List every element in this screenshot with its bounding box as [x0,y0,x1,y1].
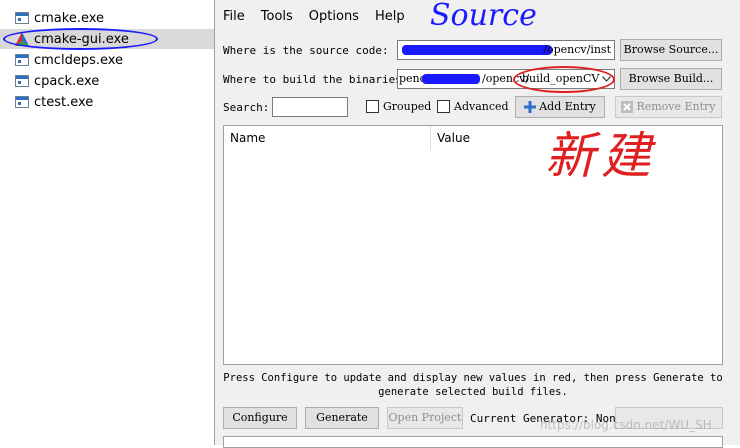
search-label: Search: [223,101,270,114]
exe-file-icon [15,12,29,24]
redaction-scribble [402,45,552,55]
build-label: Where to build the binaries: [223,73,409,86]
remove-entry-button[interactable]: Remove Entry [615,96,722,118]
menu-file[interactable]: File [215,6,253,28]
table-header: Name Value [224,126,722,150]
source-path-value: /opencv/inst [543,43,611,56]
advanced-label: Advanced [454,100,509,113]
output-log-panel[interactable] [223,436,723,448]
add-entry-label: Add Entry [539,100,596,113]
instruction-text: Press Configure to update and display ne… [223,371,723,399]
file-item-cmcldeps[interactable]: cmcldeps.exe [0,50,214,70]
source-path-input[interactable]: /opencv/inst [397,40,615,60]
cache-entries-table[interactable]: Name Value [223,125,723,365]
cmake-gui-window: File Tools Options Help Source Where is … [214,0,740,448]
exe-file-icon [15,96,29,108]
instruction-line-1: Press Configure to update and display ne… [223,372,723,384]
redaction-scribble [422,74,480,84]
generate-button[interactable]: Generate [305,407,379,429]
file-item-cmake[interactable]: cmake.exe [0,8,214,28]
source-label: Where is the source code: [223,44,389,57]
red-circle-annotation [513,66,615,93]
source-handwritten-annotation: Source [430,0,537,33]
exe-file-icon [15,54,29,66]
menu-bar: File Tools Options Help [215,6,413,28]
menu-help[interactable]: Help [367,6,413,28]
remove-x-icon [621,101,634,113]
configure-button[interactable]: Configure [223,407,297,429]
cmake-triangle-icon [15,32,29,46]
column-header-value[interactable]: Value [431,126,722,150]
plus-icon [524,101,537,113]
current-generator-label: Current Generator: None [470,412,623,425]
file-name: cmake.exe [34,10,105,26]
open-project-button[interactable]: Open Project [387,407,463,429]
instruction-line-2: generate selected build files. [378,386,568,398]
menu-tools[interactable]: Tools [253,6,301,28]
search-input[interactable] [272,97,348,117]
file-name: ctest.exe [34,94,94,110]
grouped-label: Grouped [383,100,432,113]
exe-file-icon [15,75,29,87]
file-name: cpack.exe [34,73,100,89]
file-name: cmcldeps.exe [34,52,124,68]
file-explorer-list: cmake.exe cmake-gui.exe cmcldeps.exe cpa… [0,0,214,445]
column-header-name[interactable]: Name [224,126,431,150]
file-item-ctest[interactable]: ctest.exe [0,92,214,112]
generator-field [615,407,723,429]
browse-build-button[interactable]: Browse Build... [620,68,722,90]
file-name: cmake-gui.exe [34,31,129,47]
grouped-checkbox[interactable] [366,100,379,113]
browse-source-button[interactable]: Browse Source... [620,39,722,61]
advanced-checkbox[interactable] [437,100,450,113]
file-item-cpack[interactable]: cpack.exe [0,71,214,91]
remove-entry-label: Remove Entry [636,100,716,113]
file-item-cmake-gui[interactable]: cmake-gui.exe [0,29,214,49]
menu-options[interactable]: Options [301,6,367,28]
add-entry-button[interactable]: Add Entry [515,96,605,118]
